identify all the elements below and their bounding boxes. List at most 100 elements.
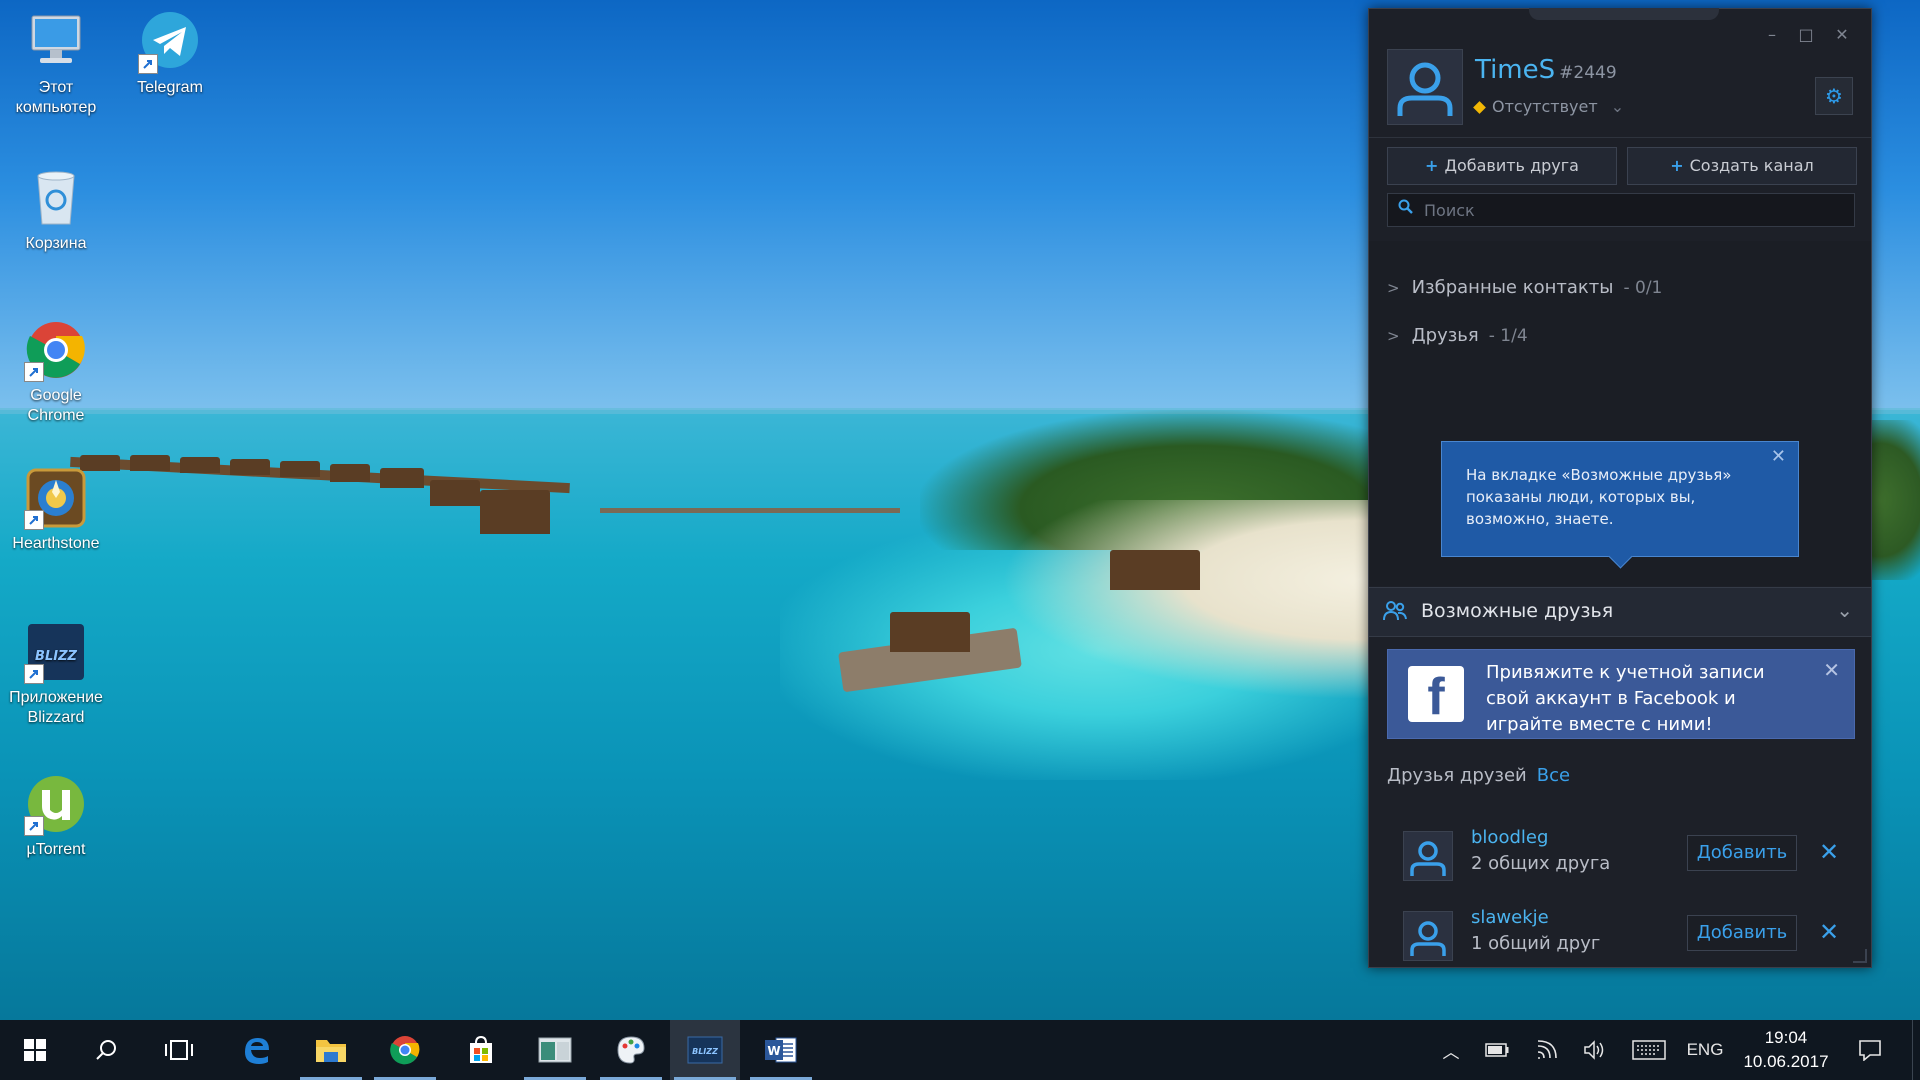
status-dropdown[interactable]: Отсутствует ⌄	[1473, 97, 1624, 116]
network-tray[interactable]	[1530, 1020, 1564, 1080]
touch-keyboard-tray[interactable]	[1626, 1020, 1672, 1080]
svg-text:W: W	[767, 1044, 780, 1058]
avatar[interactable]	[1387, 49, 1463, 125]
maximize-button[interactable]: □	[1793, 23, 1819, 47]
facebook-link-banner[interactable]: f Привяжите к учетной записи свой аккаун…	[1387, 649, 1855, 739]
tooltip-text: На вкладке «Возможные друзья» показаны л…	[1466, 466, 1732, 528]
dismiss-icon[interactable]: ✕	[1819, 835, 1839, 869]
desktop-icon-label: Telegram	[137, 79, 203, 96]
show-desktop-button[interactable]	[1912, 1020, 1920, 1080]
blizzard-icon: BLIZZ	[687, 1036, 723, 1064]
close-banner-icon[interactable]: ✕	[1823, 658, 1840, 682]
desktop-icon-label: Этот	[38, 79, 74, 96]
avatar[interactable]	[1403, 911, 1453, 961]
profile-name: TimeS #2449	[1475, 55, 1617, 85]
group-count: - 0/1	[1623, 278, 1663, 298]
shortcut-arrow-icon	[24, 816, 44, 836]
mutual-friends-count: 2 общих друга	[1471, 853, 1611, 874]
search-icon	[1398, 199, 1414, 219]
chrome-icon	[24, 318, 88, 382]
desktop-icon-hearthstone[interactable]: Hearthstone	[6, 466, 106, 554]
profile-header: TimeS #2449 Отсутствует ⌄ ⚙	[1369, 49, 1871, 139]
resize-handle[interactable]	[1853, 949, 1867, 963]
taskbar-generic-app[interactable]	[520, 1020, 590, 1080]
group-favorites[interactable]: > Избранные контакты - 0/1	[1387, 277, 1662, 298]
wifi-icon	[1537, 1040, 1557, 1059]
friend-name[interactable]: bloodleg	[1471, 827, 1548, 848]
window-drag-handle[interactable]	[1529, 8, 1719, 20]
taskbar-file-explorer[interactable]	[296, 1020, 366, 1080]
desktop-icon-label: Корзина	[25, 235, 87, 252]
plus-icon: +	[1425, 156, 1439, 175]
battery-icon	[1485, 1043, 1509, 1057]
possible-friends-tooltip: На вкладке «Возможные друзья» показаны л…	[1441, 441, 1799, 569]
add-button[interactable]: Добавить	[1687, 915, 1797, 951]
desktop-icon-utorrent[interactable]: µTorrent	[6, 772, 106, 860]
group-label: Друзья	[1411, 325, 1479, 346]
taskbar-chrome[interactable]	[370, 1020, 440, 1080]
add-friend-button[interactable]: + Добавить друга	[1387, 147, 1617, 185]
shortcut-arrow-icon	[138, 54, 158, 74]
add-button[interactable]: Добавить	[1687, 835, 1797, 871]
friend-name[interactable]: slawekje	[1471, 907, 1549, 928]
clock[interactable]: 19:04 10.06.2017	[1736, 1026, 1836, 1074]
people-icon	[1383, 600, 1407, 627]
svg-text:BLIZZ: BLIZZ	[35, 649, 77, 664]
search-box[interactable]	[1387, 193, 1855, 227]
desktop-icon-google-chrome[interactable]: Google Chrome	[6, 318, 106, 426]
search-button[interactable]	[72, 1020, 142, 1080]
action-center-button[interactable]	[1850, 1020, 1890, 1080]
fof-all-link[interactable]: Все	[1537, 765, 1570, 786]
computer-icon	[24, 10, 88, 74]
volume-tray[interactable]	[1578, 1020, 1612, 1080]
possible-friends-header[interactable]: Возможные друзья ⌄	[1369, 587, 1871, 637]
folder-icon	[316, 1040, 346, 1062]
desktop-icon-label: Приложение	[9, 689, 103, 706]
user-icon	[1397, 62, 1453, 116]
chevron-up-icon: ︿	[1442, 1042, 1460, 1062]
desktop-icon-blizzard-app[interactable]: BLIZZ Приложение Blizzard	[6, 620, 106, 728]
task-view-icon	[165, 1040, 193, 1060]
desktop-icon-label: Blizzard	[27, 709, 85, 726]
notification-icon	[1859, 1040, 1881, 1061]
app-window-icon	[538, 1037, 572, 1063]
task-view-button[interactable]	[144, 1020, 214, 1080]
desktop-icon-label: Chrome	[27, 407, 85, 424]
taskbar-word[interactable]: W	[746, 1020, 816, 1080]
create-channel-button[interactable]: + Создать канал	[1627, 147, 1857, 185]
show-hidden-icons[interactable]: ︿	[1434, 1020, 1468, 1080]
close-button[interactable]: ✕	[1829, 23, 1855, 47]
shortcut-arrow-icon	[24, 362, 44, 382]
facebook-banner-text: Привяжите к учетной записи свой аккаунт …	[1486, 662, 1765, 735]
group-count: - 1/4	[1488, 326, 1528, 346]
chevron-right-icon: >	[1387, 279, 1400, 297]
search-input[interactable]	[1422, 198, 1846, 222]
start-button[interactable]	[0, 1020, 70, 1080]
telegram-icon	[138, 10, 202, 74]
profile-tag: #2449	[1559, 63, 1617, 83]
desktop-icon-label: µTorrent	[26, 841, 86, 858]
suggested-friend-row: bloodleg 2 общих друга Добавить ✕	[1369, 825, 1871, 895]
language-indicator[interactable]: ENG	[1680, 1020, 1730, 1080]
taskbar-blizzard[interactable]: BLIZZ	[670, 1020, 740, 1080]
word-icon: W	[765, 1037, 797, 1063]
taskbar-store[interactable]	[446, 1020, 516, 1080]
mutual-friends-count: 1 общий друг	[1471, 933, 1601, 954]
user-icon	[1410, 841, 1446, 876]
dismiss-icon[interactable]: ✕	[1819, 915, 1839, 949]
tooltip-close-icon[interactable]: ✕	[1771, 446, 1786, 468]
battery-tray[interactable]	[1480, 1020, 1514, 1080]
desktop-icon-this-pc[interactable]: Этот компьютер	[6, 10, 106, 118]
utorrent-icon	[24, 772, 88, 836]
avatar[interactable]	[1403, 831, 1453, 881]
minimize-button[interactable]: –	[1759, 23, 1785, 47]
desktop-icon-telegram[interactable]: Telegram	[120, 10, 220, 98]
edge-icon	[245, 1038, 269, 1064]
taskbar-paint[interactable]	[596, 1020, 666, 1080]
search-icon	[96, 1040, 116, 1060]
taskbar-edge[interactable]	[222, 1020, 292, 1080]
desktop-icon-recycle-bin[interactable]: Корзина	[6, 166, 106, 254]
group-friends[interactable]: > Друзья - 1/4	[1387, 325, 1528, 346]
settings-button[interactable]: ⚙	[1815, 77, 1853, 115]
palette-icon	[617, 1036, 645, 1064]
